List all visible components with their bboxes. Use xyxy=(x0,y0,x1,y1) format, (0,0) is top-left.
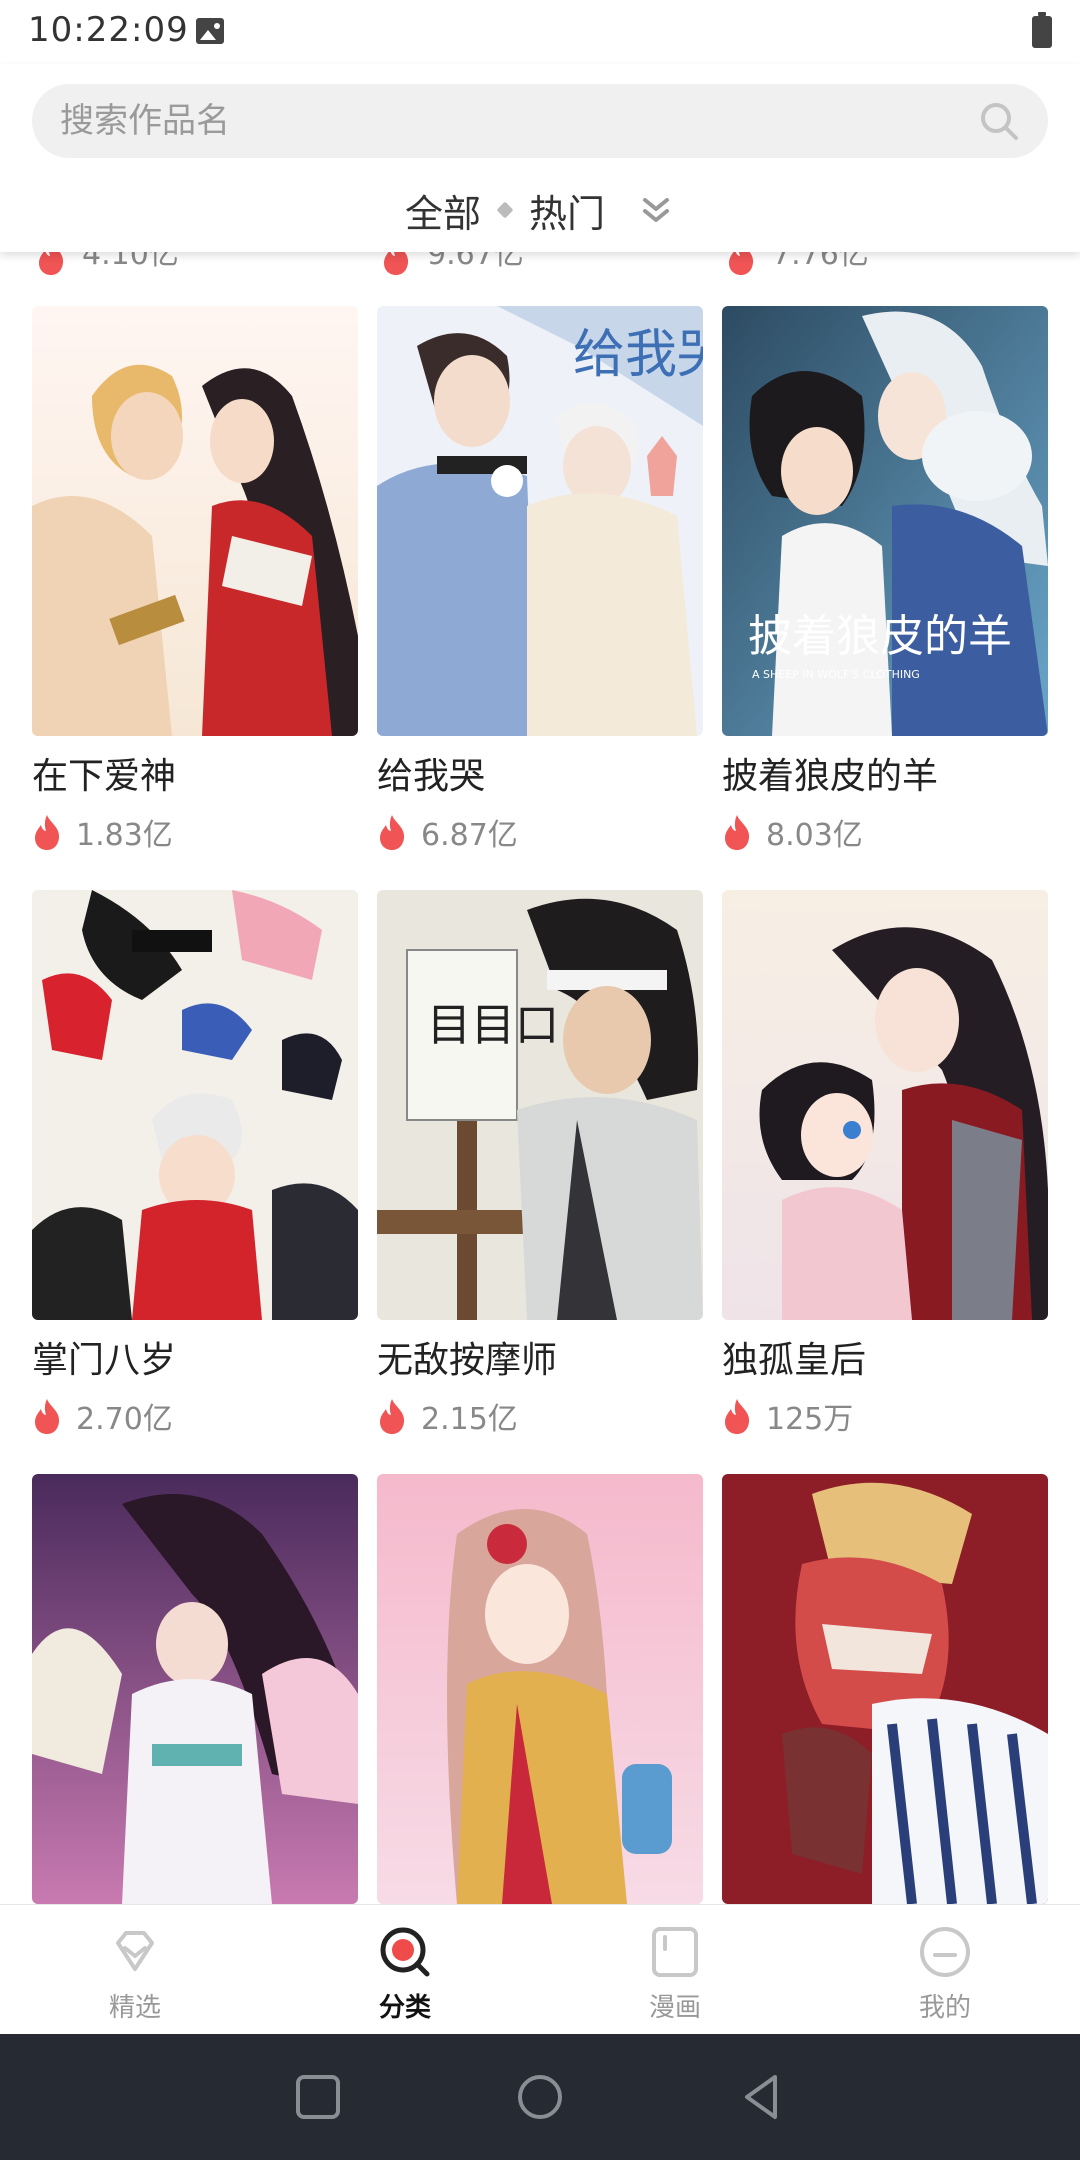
comic-cover[interactable] xyxy=(377,1474,703,1904)
status-time: 10:22:09 xyxy=(28,10,189,50)
flame-icon xyxy=(380,1399,405,1434)
comic-title[interactable]: 给我哭 xyxy=(377,752,703,802)
profile-icon xyxy=(920,1927,970,1977)
comic-views: 2.15亿 xyxy=(421,1402,518,1437)
comic-card[interactable]: 披着狼皮的羊 A SHEEP IN WOLF'S CLOTHING 披着狼皮的羊… xyxy=(722,306,1048,854)
comic-cover[interactable] xyxy=(32,306,358,736)
comic-cover[interactable]: 披着狼皮的羊 A SHEEP IN WOLF'S CLOTHING xyxy=(722,306,1048,736)
comic-book-icon xyxy=(652,1927,698,1977)
filter-separator xyxy=(496,201,514,219)
comic-card[interactable]: 给我哭 给我哭 6.87亿 xyxy=(377,306,703,854)
comic-cover[interactable] xyxy=(722,1474,1048,1904)
comic-card[interactable]: 掌门八岁 2.70亿 xyxy=(32,890,358,1438)
comic-card[interactable]: 目目口 无敌按摩师 2.15亿 xyxy=(377,890,703,1438)
flame-icon xyxy=(725,1399,750,1434)
comic-card[interactable]: 独孤皇后 125万 xyxy=(722,890,1048,1438)
home-icon[interactable] xyxy=(507,2064,573,2130)
status-bar: 10:22:09 xyxy=(0,0,1080,64)
comic-stat: 2.15亿 xyxy=(377,1394,703,1438)
comic-cover[interactable]: 给我哭 xyxy=(377,306,703,736)
category-search-icon xyxy=(380,1927,430,1977)
comic-card[interactable] xyxy=(32,1474,358,1904)
diamond-icon xyxy=(116,1931,154,1971)
nav-label: 我的 xyxy=(918,1993,971,2023)
recent-apps-icon[interactable] xyxy=(285,2064,351,2130)
back-icon[interactable] xyxy=(729,2064,795,2130)
flame-icon xyxy=(725,815,750,850)
nav-label: 精选 xyxy=(108,1993,161,2023)
header: 全部 热门 xyxy=(0,64,1080,252)
filter-row: 全部 热门 xyxy=(0,176,1080,244)
comic-stat: 1.83亿 xyxy=(32,810,358,854)
comic-cover[interactable] xyxy=(722,890,1048,1320)
flame-icon xyxy=(35,1399,60,1434)
system-nav-bar xyxy=(0,2034,1080,2160)
comic-cover[interactable]: 目目口 xyxy=(377,890,703,1320)
nav-label: 分类 xyxy=(378,1993,431,2023)
flame-icon xyxy=(380,815,405,850)
search-bar[interactable] xyxy=(32,84,1048,158)
comic-views: 125万 xyxy=(766,1402,854,1437)
comic-stat: 8.03亿 xyxy=(722,810,1048,854)
comic-stat: 2.70亿 xyxy=(32,1394,358,1438)
comic-title[interactable]: 掌门八岁 xyxy=(32,1336,358,1386)
comic-title[interactable]: 披着狼皮的羊 xyxy=(722,752,1048,802)
cover-subtitle-text: A SHEEP IN WOLF'S CLOTHING xyxy=(752,668,920,681)
comic-stat: 6.87亿 xyxy=(377,810,703,854)
battery-icon xyxy=(1032,12,1052,48)
nav-tab-comics[interactable]: 漫画 xyxy=(595,1915,755,2031)
cover-title-text: 给我哭 xyxy=(573,325,703,385)
comic-stat: 125万 xyxy=(722,1394,1048,1438)
bottom-nav: 精选 分类 漫画 我的 xyxy=(0,1904,1080,2034)
comic-cover[interactable] xyxy=(32,1474,358,1904)
nav-label: 漫画 xyxy=(648,1993,701,2023)
nav-tab-mine[interactable]: 我的 xyxy=(865,1915,1025,2031)
comic-cover[interactable] xyxy=(32,890,358,1320)
double-chevron-down-icon[interactable] xyxy=(637,191,675,229)
search-input[interactable] xyxy=(60,84,960,158)
cover-title-text: 披着狼皮的羊 xyxy=(748,611,1012,662)
comic-card[interactable] xyxy=(377,1474,703,1904)
comic-card[interactable]: 在下爱神 1.83亿 xyxy=(32,306,358,854)
filter-all[interactable]: 全部 xyxy=(405,183,481,238)
comic-views: 2.70亿 xyxy=(76,1402,173,1437)
comic-views: 6.87亿 xyxy=(421,818,518,853)
comic-card[interactable] xyxy=(722,1474,1048,1904)
nav-tab-featured[interactable]: 精选 xyxy=(55,1915,215,2031)
cover-title-text: 目目口 xyxy=(427,1000,559,1051)
comic-views: 1.83亿 xyxy=(76,818,173,853)
filter-hot[interactable]: 热门 xyxy=(529,183,605,238)
comic-title[interactable]: 独孤皇后 xyxy=(722,1336,1048,1386)
comic-title[interactable]: 无敌按摩师 xyxy=(377,1336,703,1386)
comic-title[interactable]: 在下爱神 xyxy=(32,752,358,802)
comic-views: 8.03亿 xyxy=(766,818,863,853)
image-notification-icon xyxy=(196,18,224,44)
nav-tab-category[interactable]: 分类 xyxy=(325,1915,485,2031)
flame-icon xyxy=(35,815,60,850)
search-icon[interactable] xyxy=(978,100,1020,142)
